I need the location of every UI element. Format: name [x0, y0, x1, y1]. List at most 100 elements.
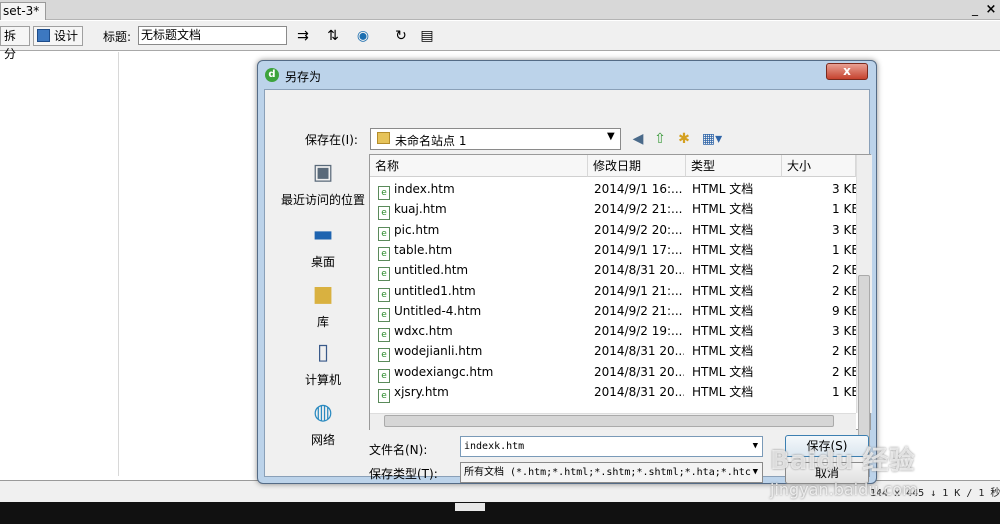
html-file-icon: e	[378, 328, 390, 343]
column-header-size[interactable]: 大小	[782, 155, 856, 177]
column-header-type[interactable]: 类型	[686, 155, 782, 177]
file-type: HTML 文档	[692, 283, 754, 298]
panel-expander-handle[interactable]	[455, 503, 485, 511]
vertical-scroll-thumb[interactable]	[858, 275, 870, 455]
up-folder-icon[interactable]: ⇧	[651, 130, 669, 148]
file-type: HTML 文档	[692, 303, 754, 318]
file-name-cell: e untitled1.htm	[378, 281, 586, 302]
place-label: 库	[316, 315, 329, 329]
file-type: HTML 文档	[692, 242, 754, 257]
title-input[interactable]: 无标题文档	[138, 26, 287, 45]
file-name-cell: e untitled.htm	[378, 260, 586, 282]
file-name: kuaj.htm	[394, 202, 447, 217]
save-in-dropdown[interactable]: 未命名站点 1 ▼	[370, 128, 621, 150]
file-row[interactable]: e wodejianli.htm 2014/8/31 20... HTML 文档 2 K…	[370, 341, 856, 363]
file-row[interactable]: e Untitled-4.htm 2014/9/2 21:... HTML 文档 9 K…	[370, 301, 856, 322]
file-name-cell: e table.htm	[378, 240, 586, 261]
check-browser-icon[interactable]: ⇉	[292, 26, 314, 46]
html-file-icon: e	[378, 348, 390, 363]
file-row[interactable]: e index.htm 2014/9/1 16:... HTML 文档 3 KB	[370, 179, 856, 200]
document-tab-strip	[0, 0, 1000, 20]
file-name: index.htm	[394, 182, 455, 196]
file-date: 2014/9/2 21:...	[594, 202, 683, 217]
preview-globe-icon[interactable]: ◉	[352, 26, 374, 46]
watermark-logo: Baidu 经验	[770, 446, 915, 476]
file-name-cell: e index.htm	[378, 179, 586, 200]
dialog-title: 另存为	[285, 70, 322, 84]
folder-icon	[377, 132, 390, 144]
close-icon[interactable]: ×	[984, 3, 998, 17]
view-options-icon[interactable]: ▤	[416, 26, 438, 46]
filetype-label: 保存类型(T):	[369, 467, 438, 481]
file-row[interactable]: e kuaj.htm 2014/9/2 21:... HTML 文档 1 KB	[370, 199, 856, 221]
file-name-cell: e kuaj.htm	[378, 199, 586, 221]
design-view-icon	[37, 29, 50, 42]
new-folder-icon[interactable]: ✱	[675, 130, 693, 148]
column-header-name[interactable]: 名称	[370, 155, 588, 177]
file-date: 2014/8/31 20...	[594, 263, 684, 278]
filename-input[interactable]: indexk.htm ▼	[460, 436, 763, 457]
file-row[interactable]: e wodexiangc.htm 2014/8/31 20... HTML 文档 2 K…	[370, 362, 856, 383]
file-type: HTML 文档	[692, 344, 754, 359]
html-file-icon: e	[378, 307, 390, 322]
file-name-cell: e xjsry.htm	[378, 382, 586, 403]
network-icon: ◍	[313, 400, 333, 425]
file-row[interactable]: e table.htm 2014/9/1 17:... HTML 文档 1 KB	[370, 240, 856, 261]
horizontal-scroll-thumb[interactable]	[384, 415, 834, 427]
recent-places-icon: ▣	[312, 160, 334, 185]
place-label: 网络	[310, 433, 335, 447]
html-file-icon: e	[378, 267, 390, 282]
file-row[interactable]: e pic.htm 2014/9/2 20:... HTML 文档 3 KB	[370, 220, 856, 241]
minimize-icon[interactable]: _	[968, 3, 982, 17]
file-name: untitled.htm	[394, 263, 469, 278]
chevron-down-icon[interactable]: ▼	[750, 463, 758, 482]
html-file-icon: e	[378, 246, 390, 261]
file-date: 2014/8/31 20...	[594, 364, 684, 379]
file-size: 2 KB	[832, 263, 856, 278]
file-row[interactable]: e untitled.htm 2014/8/31 20... HTML 文档 2 KB	[370, 260, 856, 282]
file-name-cell: e Untitled-4.htm	[378, 301, 586, 322]
back-icon[interactable]: ◀	[629, 130, 647, 148]
file-name: pic.htm	[394, 222, 440, 237]
place-library[interactable]: ■ 库	[275, 280, 371, 330]
file-row[interactable]: e wdxc.htm 2014/9/2 19:... HTML 文档 3 KB	[370, 321, 856, 343]
place-desktop[interactable]: ▬ 桌面	[275, 220, 371, 270]
file-type: HTML 文档	[692, 364, 754, 379]
design-view-button[interactable]: 设计	[33, 26, 83, 46]
document-tab[interactable]: set-3*	[0, 2, 46, 20]
chevron-down-icon[interactable]: ▼	[753, 437, 758, 456]
file-size: 2 KB	[832, 283, 856, 298]
place-recent[interactable]: ▣ 最近访问的位置	[275, 158, 371, 208]
file-row[interactable]: e xjsry.htm 2014/8/31 20... HTML 文档 1 KB	[370, 382, 856, 403]
library-icon: ■	[312, 282, 334, 307]
desktop-icon: ▬	[312, 222, 334, 247]
refresh-icon[interactable]: ↻	[390, 26, 412, 46]
place-network[interactable]: ◍ 网络	[275, 398, 371, 448]
canvas-divider	[118, 52, 119, 476]
filename-label: 文件名(N):	[369, 443, 428, 457]
file-date: 2014/8/31 20...	[594, 385, 684, 399]
html-file-icon: e	[378, 368, 390, 383]
file-row[interactable]: e untitled1.htm 2014/9/1 21:... HTML 文档 2 KB	[370, 281, 856, 302]
dialog-close-button[interactable]: x	[826, 63, 868, 80]
file-name-cell: e wodejianli.htm	[378, 341, 586, 363]
save-in-value: 未命名站点 1	[395, 134, 467, 148]
title-label: 标题:	[103, 30, 132, 44]
file-name-cell: e wdxc.htm	[378, 321, 586, 343]
view-menu-icon[interactable]: ▦▾	[699, 130, 725, 148]
filetype-select[interactable]: 所有文档 (*.htm;*.html;*.shtm;*.shtml;*.hta;…	[460, 462, 763, 483]
column-header-date[interactable]: 修改日期	[588, 155, 686, 177]
file-size: 1 KB	[832, 385, 856, 399]
split-view-button[interactable]: 拆分	[0, 26, 30, 61]
place-computer[interactable]: ▯ 计算机	[275, 338, 371, 388]
html-file-icon: e	[378, 389, 390, 403]
file-name: untitled1.htm	[394, 283, 476, 298]
file-transfer-icon[interactable]: ⇅	[322, 26, 344, 46]
file-date: 2014/8/31 20...	[594, 344, 684, 359]
watermark-url: jingyan.baidu.com	[770, 480, 918, 499]
place-label: 最近访问的位置	[280, 193, 365, 207]
file-date: 2014/9/2 20:...	[594, 222, 683, 237]
file-name-cell: e wodexiangc.htm	[378, 362, 586, 383]
design-view-label: 设计	[54, 29, 79, 43]
filename-value: indexk.htm	[464, 441, 525, 452]
